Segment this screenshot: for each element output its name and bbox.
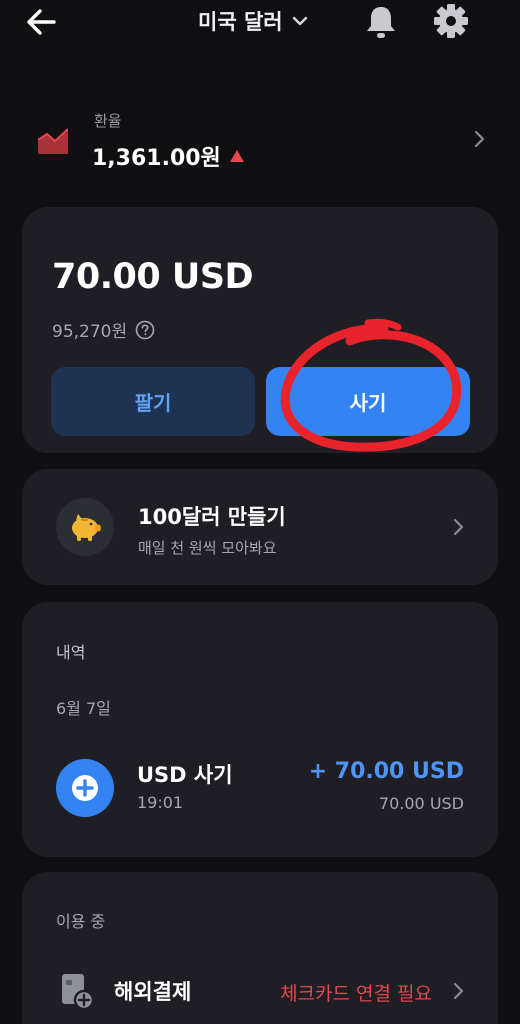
rate-value: 1,361.00원 [92,146,221,171]
bell-icon[interactable] [364,4,398,40]
currency-selector[interactable]: 미국 달러 [198,4,309,38]
exchange-rate-row[interactable]: 환율 1,361.00원 [0,100,520,180]
transaction-time: 19:01 [137,793,184,812]
rate-label: 환율 [94,112,122,130]
savings-title: 100달러 만들기 [138,505,286,529]
transaction-title: USD 사기 [137,763,233,787]
top-bar: 미국 달러 [0,0,520,44]
savings-goal-card[interactable]: 100달러 만들기 매일 천 원씩 모아봐요 [22,469,498,585]
transaction-amount: + 70.00 USD [308,759,464,784]
chevron-right-icon [474,130,485,148]
rate-value-group: 1,361.00원 [92,140,245,172]
currency-label: 미국 달러 [198,10,283,34]
history-date: 6월 7일 [56,699,111,718]
piggy-icon-badge [56,498,114,556]
sell-button[interactable]: 팔기 [51,367,255,436]
chevron-right-icon [453,518,464,536]
transaction-balance: 70.00 USD [378,794,464,813]
history-card: 내역 6월 7일 USD 사기 19:01 + 70.00 USD 70.00 … [22,602,498,857]
savings-subtitle: 매일 천 원씩 모아봐요 [138,539,277,557]
chevron-down-icon [292,16,307,26]
balance-card: 70.00 USD 95,270원 팔기 사기 [22,207,498,453]
transaction-badge [56,759,114,817]
piggy-bank-icon [72,514,101,541]
in-use-title: 이용 중 [56,912,106,931]
rate-chart-icon [38,128,68,154]
balance-amount: 70.00 USD [52,257,254,297]
in-use-card: 이용 중 해외결제 체크카드 연결 필요 [22,872,498,1024]
card-add-icon [62,974,94,1010]
balance-krw-group: 95,270원 [52,317,155,342]
plus-icon [72,775,98,801]
balance-krw: 95,270원 [52,322,128,342]
history-title: 내역 [56,643,86,662]
help-circle-icon[interactable] [135,320,155,340]
overseas-payment-status: 체크카드 연결 필요 [280,983,432,1005]
overseas-payment-label: 해외결제 [114,980,192,1004]
buy-button[interactable]: 사기 [266,367,470,436]
back-arrow-icon[interactable] [24,6,60,38]
triangle-up-icon [229,150,244,162]
gear-icon[interactable] [433,3,469,39]
chevron-right-icon [453,982,464,1000]
